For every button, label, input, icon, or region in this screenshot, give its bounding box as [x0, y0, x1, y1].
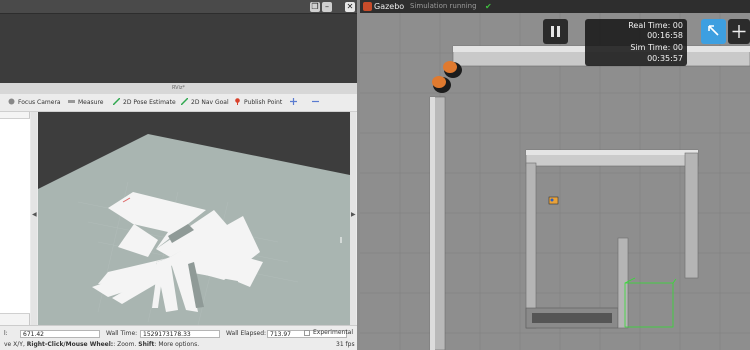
collapse-right-icon: ▶ [351, 211, 356, 218]
focus-camera-label: Focus Camera [18, 99, 61, 106]
interact-tool[interactable] [290, 98, 300, 108]
restore-button[interactable]: ❐ [310, 2, 320, 12]
nav-goal-tool[interactable]: 2D Nav Goal [180, 97, 229, 108]
mouse-hint: ve X/Y, Right-Click/Mouse Wheel:: Zoom. … [4, 341, 199, 349]
translate-mode-button[interactable] [728, 19, 750, 44]
gazebo-titlebar: Gazebo Simulation running ✔ [360, 0, 750, 13]
collapse-left-icon: ◀ [32, 211, 37, 218]
gazebo-app-name: Gazebo [374, 2, 405, 11]
minimize-button[interactable]: – [322, 2, 332, 12]
experimental-checkbox[interactable] [304, 330, 310, 336]
displays-list[interactable] [0, 118, 30, 314]
real-time-label: Real Time: 00 [628, 21, 683, 30]
rviz-status-bar: l: 671.42 Wall Time: 1529173178.33 Wall … [0, 325, 357, 350]
wall-elapsed-label: Wall Elapsed: [226, 330, 267, 337]
ruler-icon [68, 98, 75, 105]
gazebo-3d-scene[interactable] [360, 13, 750, 350]
wall-time-field: 1529173178.33 [140, 330, 220, 338]
rviz-3d-view[interactable] [38, 112, 350, 325]
window-titlebar: ❐ – ✕ [0, 0, 357, 14]
publish-point-label: Publish Point [244, 99, 283, 106]
select-mode-button[interactable] [701, 19, 726, 44]
pose-estimate-label: 2D Pose Estimate [123, 99, 176, 106]
publish-point-tool[interactable]: Publish Point [234, 98, 282, 108]
close-button[interactable]: ✕ [345, 2, 355, 12]
right-splitter[interactable]: ▶ [350, 112, 356, 330]
rviz-window: ❐ – ✕ RViz* Focus Camera Measure 2D Pose… [0, 0, 357, 350]
pause-icon-left [551, 26, 554, 37]
rviz-window-title: RViz* [0, 83, 357, 94]
gazebo-logo-icon [363, 2, 372, 11]
gazebo-window: Gazebo Simulation running ✔ Real Time: 0… [360, 0, 750, 350]
robot [548, 196, 559, 205]
screen: ❐ – ✕ RViz* Focus Camera Measure 2D Pose… [0, 0, 750, 350]
measure-tool[interactable]: Measure [68, 98, 104, 108]
nav-goal-label: 2D Nav Goal [191, 99, 229, 106]
pose-estimate-tool[interactable]: 2D Pose Estimate [112, 97, 176, 108]
sim-time-value: 00:35:57 [647, 54, 683, 63]
ros-time-label: l: [4, 330, 8, 337]
running-check-icon: ✔ [485, 2, 492, 11]
real-time-value: 00:16:58 [647, 31, 683, 40]
simulation-status: Simulation running [410, 2, 477, 10]
pin-icon [234, 98, 241, 105]
hint-prefix: ve X/Y, [4, 341, 27, 348]
minus-icon [312, 98, 319, 105]
left-splitter[interactable]: ◀ [31, 112, 37, 330]
arrow-cursor-icon [708, 25, 719, 36]
rviz-toolbar: Focus Camera Measure 2D Pose Estimate 2D… [0, 94, 357, 112]
sim-time-label: Sim Time: 00 [630, 43, 683, 52]
hint-mid: : Zoom. [113, 341, 139, 348]
pause-button[interactable] [543, 19, 568, 44]
focus-camera-tool[interactable]: Focus Camera [8, 98, 61, 108]
toolbar-more[interactable] [312, 98, 322, 108]
plus-icon [290, 98, 297, 105]
green-arrow-icon [112, 97, 121, 106]
hint-bold-2: Shift [138, 341, 155, 348]
move-icon [732, 25, 746, 38]
experimental-label: Experimental [313, 329, 354, 336]
hint-suffix: : More options. [154, 341, 200, 348]
map-render [38, 112, 350, 325]
displays-panel [0, 112, 30, 330]
goal-arrow-icon [180, 97, 189, 106]
measure-label: Measure [78, 99, 104, 106]
camera-icon [8, 98, 15, 105]
pause-icon-right [557, 26, 560, 37]
time-panel: Real Time: 00 00:16:58 Sim Time: 00 00:3… [585, 19, 687, 66]
hint-bold-1: Right-Click/Mouse Wheel: [26, 341, 114, 348]
wall-time-label: Wall Time: [106, 330, 138, 337]
fps-readout: 31 fps [336, 341, 355, 348]
ros-time-field: 671.42 [20, 330, 100, 338]
